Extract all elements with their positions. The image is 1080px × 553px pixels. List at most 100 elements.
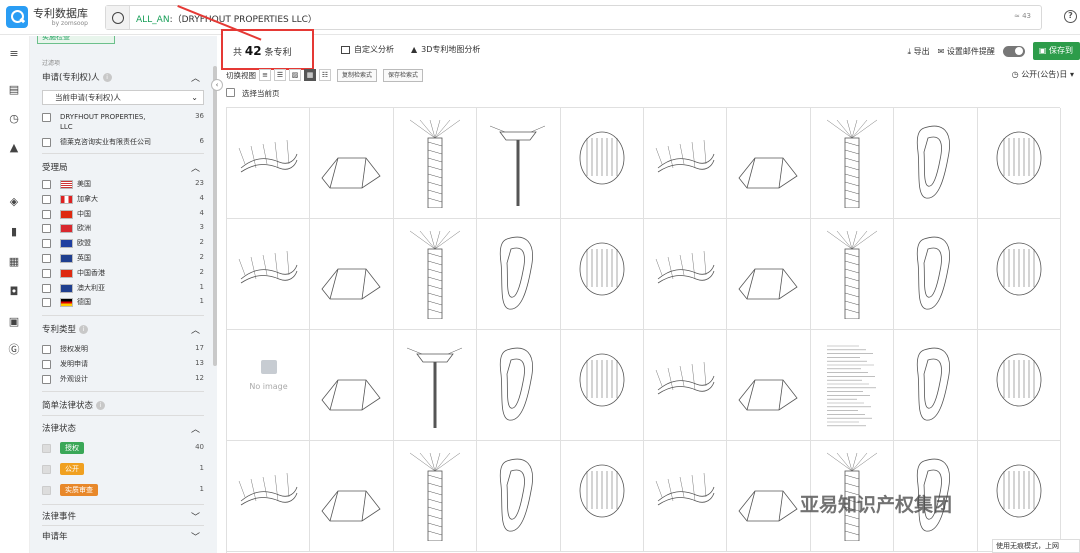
checkbox[interactable] xyxy=(42,486,51,495)
patent-thumbnail[interactable] xyxy=(810,108,895,219)
checkbox[interactable] xyxy=(42,138,51,147)
applicant-item[interactable]: DRYFHOUT PROPERTIES, LLC 36 xyxy=(42,112,204,131)
g-icon[interactable]: Ⓖ xyxy=(8,344,20,355)
patent-thumbnail[interactable] xyxy=(644,441,728,552)
app-logo[interactable]: 专利数据库 by zomsoop xyxy=(6,6,88,28)
type-item[interactable]: 发明申请 13 xyxy=(42,359,204,371)
patent-thumbnail[interactable] xyxy=(560,219,644,330)
checkbox[interactable] xyxy=(42,283,51,293)
custom-analysis-button[interactable]: 自定义分析 xyxy=(341,44,394,55)
patent-thumbnail[interactable] xyxy=(560,441,644,552)
patent-thumbnail[interactable] xyxy=(477,108,561,219)
save-query-button[interactable]: 保存检索式 xyxy=(383,68,424,82)
checkbox[interactable] xyxy=(42,224,51,234)
patent-thumbnail[interactable] xyxy=(644,108,728,219)
office-section-title[interactable]: 受理局 xyxy=(42,161,68,173)
office-item[interactable]: 中国香港 2 xyxy=(42,268,204,280)
3d-map-button[interactable]: ▲ 3D专利地图分析 xyxy=(411,44,480,55)
patent-thumbnail[interactable] xyxy=(393,330,478,441)
document-icon[interactable]: ▤ xyxy=(8,84,20,95)
office-item[interactable]: 欧洲 3 xyxy=(42,223,204,235)
patent-thumbnail[interactable] xyxy=(560,108,644,219)
patent-thumbnail[interactable] xyxy=(227,108,311,219)
office-item[interactable]: 英国 2 xyxy=(42,253,204,265)
report-icon[interactable]: ▣ xyxy=(8,316,20,327)
chevron-up-icon[interactable]: ︿ xyxy=(191,71,200,84)
checkbox[interactable] xyxy=(42,268,51,278)
office-item[interactable]: 德国 1 xyxy=(42,297,204,309)
applicant-item[interactable]: 德莱克咨询实业有限责任公司 6 xyxy=(42,137,204,149)
legal-status-item[interactable]: 实质审查 1 xyxy=(42,484,204,497)
patent-thumbnail[interactable] xyxy=(727,219,811,330)
applicant-select[interactable]: 当前申请(专利权)人 ⌄ xyxy=(42,90,204,105)
search-input[interactable]: ALL_AN:（DRYFHOUT PROPERTIES LLC） ≈ 43 xyxy=(105,5,1042,30)
patent-thumbnail[interactable] xyxy=(727,108,811,219)
checkbox[interactable] xyxy=(42,465,51,474)
select-page[interactable]: 选择当前页 xyxy=(226,88,280,99)
events-section-title[interactable]: 法律事件 xyxy=(42,510,76,522)
patent-thumbnail[interactable] xyxy=(810,330,895,441)
patent-thumbnail[interactable] xyxy=(977,441,1061,552)
patent-thumbnail[interactable] xyxy=(894,108,978,219)
patent-thumbnail[interactable] xyxy=(310,219,394,330)
app-year-section-title[interactable]: 申请年 xyxy=(42,530,68,542)
layers-icon[interactable]: ◈ xyxy=(8,196,20,207)
patent-thumbnail[interactable] xyxy=(310,441,394,552)
office-item[interactable]: 美国 23 xyxy=(42,179,204,191)
sidebar-scrollbar[interactable] xyxy=(213,66,217,366)
patent-thumbnail[interactable] xyxy=(644,330,728,441)
checkbox[interactable] xyxy=(42,194,51,204)
checkbox[interactable] xyxy=(42,239,51,249)
help-icon[interactable]: ? xyxy=(1064,10,1077,23)
checkbox[interactable] xyxy=(42,345,51,354)
legal-status-section-title[interactable]: 法律状态 xyxy=(42,422,76,434)
sort-select[interactable]: ◷ 公开(公告)日 ▾ xyxy=(1012,69,1074,80)
checkbox[interactable] xyxy=(226,88,235,97)
patent-thumbnail[interactable] xyxy=(894,330,978,441)
copy-query-button[interactable]: 复制检索式 xyxy=(337,68,378,82)
patent-thumbnail[interactable] xyxy=(393,108,478,219)
patent-thumbnail[interactable] xyxy=(393,219,478,330)
checkbox[interactable] xyxy=(42,254,51,263)
list-view-icon[interactable]: ≡ xyxy=(259,69,271,81)
patent-thumbnail[interactable] xyxy=(977,219,1061,330)
office-item[interactable]: 中国 4 xyxy=(42,209,204,221)
detail-view-icon[interactable]: ☰ xyxy=(274,69,286,81)
office-item[interactable]: 欧盟 2 xyxy=(42,238,204,250)
patent-thumbnail[interactable] xyxy=(644,219,728,330)
type-section-title[interactable]: 专利类型 i xyxy=(42,323,89,335)
patent-thumbnail[interactable] xyxy=(894,219,978,330)
patent-thumbnail[interactable] xyxy=(727,441,811,552)
type-item[interactable]: 外观设计 12 xyxy=(42,374,204,386)
applicant-section-title[interactable]: 申请(专利权)人 i xyxy=(42,71,112,83)
info-icon[interactable]: i xyxy=(96,401,106,410)
patent-thumbnail[interactable] xyxy=(560,330,644,441)
patent-thumbnail[interactable] xyxy=(310,330,394,441)
patent-thumbnail[interactable] xyxy=(227,219,311,330)
patent-thumbnail[interactable] xyxy=(477,441,561,552)
patent-thumbnail[interactable] xyxy=(477,219,561,330)
checkbox[interactable] xyxy=(42,298,51,308)
chevron-up-icon[interactable]: ︿ xyxy=(191,323,200,336)
simple-status-section-title[interactable]: 简单法律状态 i xyxy=(42,399,106,411)
checkbox[interactable] xyxy=(42,180,51,189)
export-button[interactable]: ⤓ 导出 xyxy=(908,46,930,57)
info-icon[interactable]: i xyxy=(79,325,89,334)
menu-collapse-icon[interactable]: ≡ xyxy=(8,48,20,59)
patent-thumbnail[interactable]: No image xyxy=(227,330,311,441)
chevron-up-icon[interactable]: ︿ xyxy=(191,161,200,174)
chevron-up-icon[interactable]: ︿ xyxy=(191,422,200,435)
patent-thumbnail[interactable] xyxy=(727,330,811,441)
legal-status-item[interactable]: 授权 40 xyxy=(42,442,204,455)
patent-thumbnail[interactable] xyxy=(977,330,1061,441)
patent-thumbnail[interactable] xyxy=(227,441,311,552)
briefcase-icon[interactable]: ◘ xyxy=(8,286,20,297)
bar-chart-icon[interactable]: ▮ xyxy=(8,226,20,237)
compare-view-icon[interactable]: ☷ xyxy=(319,69,331,81)
grid-view-icon[interactable]: ▦ xyxy=(304,69,316,81)
patent-thumbnail[interactable] xyxy=(477,330,561,441)
image-view-icon[interactable]: ▨ xyxy=(289,69,301,81)
checkbox[interactable] xyxy=(42,444,51,453)
mountain-icon[interactable]: ▲ xyxy=(8,142,20,153)
legal-status-item[interactable]: 公开 1 xyxy=(42,463,204,476)
